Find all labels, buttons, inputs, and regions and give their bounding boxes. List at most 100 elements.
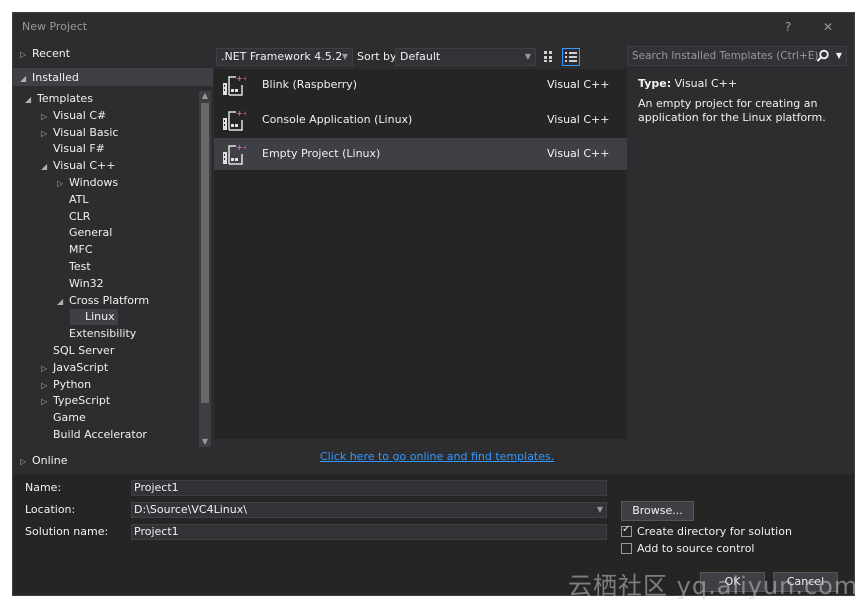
search-placeholder: Search Installed Templates (Ctrl+E) [632, 50, 819, 62]
cpp-project-icon: ++ [222, 73, 249, 97]
tree-item[interactable]: General [57, 225, 112, 241]
nav-online[interactable]: ▷ Online [20, 454, 67, 467]
tree-item[interactable]: ▷ JavaScript [41, 360, 108, 376]
title-bar: New Project ? ✕ [13, 13, 854, 41]
tree-item[interactable]: CLR [57, 209, 90, 225]
template-row[interactable]: ++ Blink (Raspberry) Visual C++ [214, 69, 627, 101]
tree-item[interactable]: Linux [70, 309, 118, 326]
location-field[interactable]: D:\Source\VC4Linux\ ▼ [131, 502, 607, 518]
nav-online-label: Online [32, 454, 68, 467]
small-icons-view-button[interactable] [541, 48, 559, 66]
template-row[interactable]: ++ Console Application (Linux) Visual C+… [214, 104, 627, 136]
tree-item[interactable]: ATL [57, 192, 89, 208]
chevron-down-icon[interactable]: ▼ [597, 503, 603, 517]
search-icon[interactable] [816, 49, 830, 63]
expand-arrow-icon: ▷ [20, 457, 27, 466]
framework-value: .NET Framework 4.5.2 [221, 50, 343, 63]
tree-item[interactable]: ▷ Visual Basic [41, 125, 118, 141]
tree-item[interactable]: ▷ TypeScript [41, 393, 110, 409]
sort-dropdown[interactable]: Default ▼ [395, 48, 536, 66]
template-type: Type: Visual C++ [638, 77, 737, 90]
expand-arrow-icon[interactable]: ▷ [41, 126, 53, 142]
window-title: New Project [22, 20, 88, 33]
online-templates-link[interactable]: Click here to go online and find templat… [320, 450, 554, 463]
new-project-dialog: New Project ? ✕ ▷ Recent ◢ Installed ◢ Temp… [12, 12, 855, 596]
template-description: An empty project for creating an applica… [638, 97, 826, 124]
tree-item[interactable]: Game [41, 410, 86, 426]
scroll-up-icon[interactable]: ▲ [199, 91, 211, 101]
help-button[interactable]: ? [779, 18, 797, 36]
chevron-down-icon: ▼ [341, 52, 348, 61]
source-control-checkbox[interactable] [621, 543, 632, 554]
solution-name-label: Solution name: [25, 525, 109, 538]
solution-name-value: Project1 [134, 525, 179, 538]
tree-item-label: Visual Basic [53, 125, 119, 139]
sort-value: Default [400, 50, 441, 63]
framework-dropdown[interactable]: .NET Framework 4.5.2 ▼ [216, 48, 353, 66]
svg-text:++: ++ [236, 143, 246, 152]
browse-button[interactable]: Browse... [621, 501, 694, 521]
tree-scrollbar[interactable]: ▲ ▼ [199, 91, 211, 447]
collapse-arrow-icon: ◢ [20, 74, 27, 83]
template-language: Visual C++ [547, 147, 610, 160]
nav-recent[interactable]: ▷ Recent [20, 47, 70, 60]
search-options-chevron-icon[interactable]: ▼ [836, 47, 842, 65]
tree-item[interactable]: ◢ Templates [25, 91, 93, 107]
name-label: Name: [25, 481, 62, 494]
collapse-arrow-icon[interactable]: ◢ [41, 159, 53, 175]
tree-item[interactable]: Extensibility [57, 326, 136, 342]
tree-item[interactable]: Test [57, 259, 91, 275]
type-value: Visual C++ [674, 77, 738, 90]
tree-item[interactable]: ▷ Visual C# [41, 108, 106, 124]
template-name: Empty Project (Linux) [262, 147, 381, 160]
tree-item[interactable]: MFC [57, 242, 93, 258]
tree-item-label: Visual F# [53, 142, 105, 156]
type-label: Type: [638, 77, 672, 90]
name-field[interactable]: Project1 [131, 480, 607, 496]
tree-item-label: Python [53, 377, 92, 391]
tree-item-label: Extensibility [69, 327, 137, 341]
scroll-down-icon[interactable]: ▼ [199, 437, 211, 447]
expand-arrow-icon[interactable]: ▷ [41, 378, 53, 394]
solution-name-field[interactable]: Project1 [131, 524, 607, 540]
location-label: Location: [25, 503, 76, 516]
create-directory-checkbox[interactable]: ✓ [621, 524, 632, 537]
tree-item[interactable]: ◢ Visual C++ [41, 158, 115, 174]
nav-recent-label: Recent [32, 47, 71, 60]
close-button[interactable]: ✕ [819, 18, 837, 36]
expand-arrow-icon[interactable]: ▷ [41, 361, 53, 377]
tree-item-label: SQL Server [53, 344, 115, 357]
tree-item[interactable]: ◢ Cross Platform [57, 293, 149, 309]
checkmark-icon: ✓ [622, 524, 631, 535]
tree-item[interactable]: SQL Server [41, 343, 114, 359]
template-name: Console Application (Linux) [262, 112, 413, 126]
tree-item[interactable]: Visual F# [41, 141, 105, 157]
list-view-button[interactable] [562, 48, 580, 66]
expand-arrow-icon[interactable]: ▷ [41, 109, 53, 125]
tree-item[interactable]: Win32 [57, 276, 104, 292]
expand-arrow-icon[interactable]: ▷ [57, 176, 69, 192]
tree-item[interactable]: Build Accelerator [41, 427, 147, 441]
tree-item[interactable]: ▷ Python [41, 377, 91, 393]
name-value: Project1 [134, 481, 179, 494]
tree-item-label: Visual C# [53, 108, 107, 122]
expand-arrow-icon: ▷ [20, 50, 27, 59]
template-row[interactable]: ++ Empty Project (Linux) Visual C++ [214, 138, 627, 170]
cpp-project-icon: ++ [222, 142, 249, 166]
nav-installed[interactable]: ◢ Installed [20, 71, 79, 84]
tree-item-label: CLR [69, 209, 91, 223]
tree-item[interactable]: ▷ Windows [57, 175, 118, 191]
template-language: Visual C++ [547, 78, 610, 91]
grid-view-icon [544, 51, 552, 62]
tree-item-label: Build Accelerator [53, 428, 147, 441]
search-input[interactable]: Search Installed Templates (Ctrl+E) ▼ [627, 46, 847, 66]
tree-item-label: Test [69, 260, 91, 273]
tree-item-label: MFC [69, 243, 93, 257]
create-directory-label: Create directory for solution [637, 525, 792, 538]
tree-item-label: Visual C++ [53, 159, 116, 173]
scroll-thumb[interactable] [201, 103, 209, 403]
collapse-arrow-icon[interactable]: ◢ [57, 294, 69, 310]
expand-arrow-icon[interactable]: ▷ [41, 394, 53, 410]
collapse-arrow-icon[interactable]: ◢ [25, 92, 37, 108]
tree-item-label: Cross Platform [69, 293, 150, 307]
